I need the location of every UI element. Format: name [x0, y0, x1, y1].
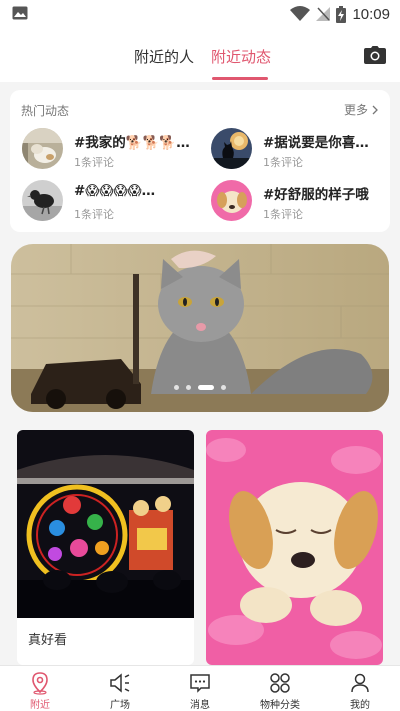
hot-item-title: #😱😱😱😱… [74, 183, 156, 199]
person-icon [351, 673, 369, 693]
nav-nearby[interactable]: 附近 [0, 666, 80, 711]
feed-lantern-photo [17, 430, 194, 618]
hot-item-comments: 1条评论 [74, 156, 114, 169]
carousel-indicator [11, 385, 389, 390]
hot-item[interactable]: #好舒服的样子哦 1条评论 [211, 180, 396, 224]
hot-item-comments: 1条评论 [263, 156, 303, 169]
avatar-bird-photo [22, 180, 63, 221]
carousel-dot[interactable] [186, 385, 191, 390]
hot-item-comments: 1条评论 [74, 208, 114, 221]
hot-item-comments: 1条评论 [263, 208, 303, 221]
nav-messages[interactable]: 消息 [160, 666, 240, 711]
nav-label: 附近 [30, 700, 50, 711]
camera-icon[interactable] [364, 46, 386, 64]
carousel-dot-active[interactable] [198, 385, 214, 390]
speaker-icon [110, 673, 130, 693]
status-time: 10:09 [352, 5, 390, 23]
hot-item-title: #据说要是你喜… [263, 135, 369, 151]
feed-card-caption: 真好看 [28, 633, 68, 648]
location-pin-icon [32, 672, 48, 695]
bottom-navigation: 附近 广场 消息 物种分类 我的 [0, 665, 400, 711]
active-tab-indicator [212, 77, 268, 80]
carousel-dot[interactable] [221, 385, 226, 390]
avatar-puppy-photo [211, 180, 252, 221]
hot-item-title: #我家的🐕🐕🐕… [74, 135, 190, 151]
hot-moments-header: 热门动态 [21, 104, 70, 118]
hot-item[interactable]: #据说要是你喜… 1条评论 [211, 128, 396, 172]
avatar-cat-silhouette-photo [211, 128, 252, 169]
gallery-notification-icon [12, 6, 28, 20]
banner-carousel[interactable] [11, 244, 389, 412]
hot-moments-card: 热门动态 更多 #我家的🐕🐕🐕… 1条评论 #据说要是你喜… 1条评论 #😱😱😱… [10, 90, 390, 232]
hot-item[interactable]: #😱😱😱😱… 1条评论 [22, 180, 207, 224]
no-signal-icon [316, 7, 331, 21]
nav-label: 消息 [190, 700, 210, 711]
nav-profile[interactable]: 我的 [320, 666, 400, 711]
tab-nearby-people[interactable]: 附近的人 [134, 46, 194, 67]
nav-species[interactable]: 物种分类 [240, 666, 320, 711]
chevron-right-icon [372, 105, 378, 114]
nav-label: 我的 [350, 700, 370, 711]
feed-card[interactable] [206, 430, 383, 665]
battery-charging-icon [336, 5, 347, 23]
message-icon [190, 674, 210, 693]
tab-nearby-moments[interactable]: 附近动态 [211, 46, 271, 67]
more-link[interactable]: 更多 [344, 101, 378, 118]
feed-card[interactable]: 真好看 [17, 430, 194, 665]
hot-item[interactable]: #我家的🐕🐕🐕… 1条评论 [22, 128, 207, 172]
hot-item-title: #好舒服的样子哦 [263, 187, 369, 203]
wifi-icon [290, 6, 311, 21]
nav-square[interactable]: 广场 [80, 666, 160, 711]
nav-label: 广场 [110, 700, 130, 711]
grid-circles-icon [270, 673, 290, 693]
more-label: 更多 [343, 103, 368, 117]
nav-label: 物种分类 [260, 700, 300, 711]
carousel-dot[interactable] [174, 385, 179, 390]
status-bar: 10:09 [0, 0, 400, 28]
feed-puppy-photo [206, 430, 383, 665]
avatar-dog-photo [22, 128, 63, 169]
top-navigation: 附近的人 附近动态 [0, 28, 400, 82]
